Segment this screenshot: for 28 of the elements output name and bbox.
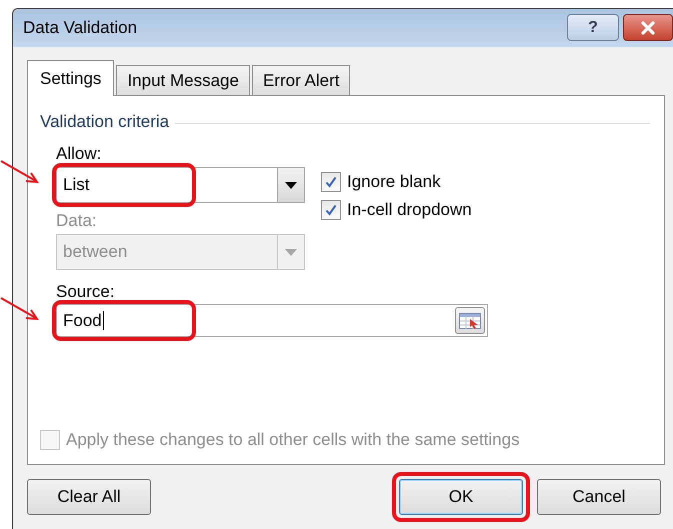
checkbox-label: Ignore blank	[347, 172, 441, 192]
close-button[interactable]	[623, 14, 673, 41]
window-title: Data Validation	[23, 18, 138, 38]
help-button[interactable]: ?	[567, 14, 619, 41]
check-icon	[325, 204, 337, 216]
caret-icon	[285, 182, 297, 188]
tab[interactable]: Settings	[27, 60, 114, 96]
checkbox-label: In-cell dropdown	[347, 200, 472, 220]
range-select-button[interactable]	[455, 307, 485, 334]
group-title: Validation criteria	[40, 112, 170, 132]
caret-icon	[285, 248, 297, 256]
dropdown-button[interactable]	[277, 168, 304, 202]
field-label: Data:	[56, 211, 98, 231]
checkbox[interactable]	[321, 172, 341, 192]
tab[interactable]: Error Alert	[252, 65, 350, 95]
close-icon	[640, 20, 656, 34]
dialog-button[interactable]: Clear All	[27, 479, 151, 515]
dialog-button[interactable]: Cancel	[537, 479, 661, 515]
dialog-button[interactable]: OK	[399, 479, 523, 515]
checkbox[interactable]	[321, 200, 341, 220]
field-label: Source:	[56, 282, 116, 302]
dropdown[interactable]: List	[56, 167, 305, 203]
checkbox-label: Apply these changes to all other cells with the same settings	[66, 430, 520, 450]
field-label: Allow:	[56, 144, 102, 164]
tab[interactable]: Input Message	[116, 65, 250, 95]
check-icon	[325, 176, 337, 188]
source-field[interactable]: Food	[56, 304, 488, 337]
range-icon	[459, 312, 481, 328]
